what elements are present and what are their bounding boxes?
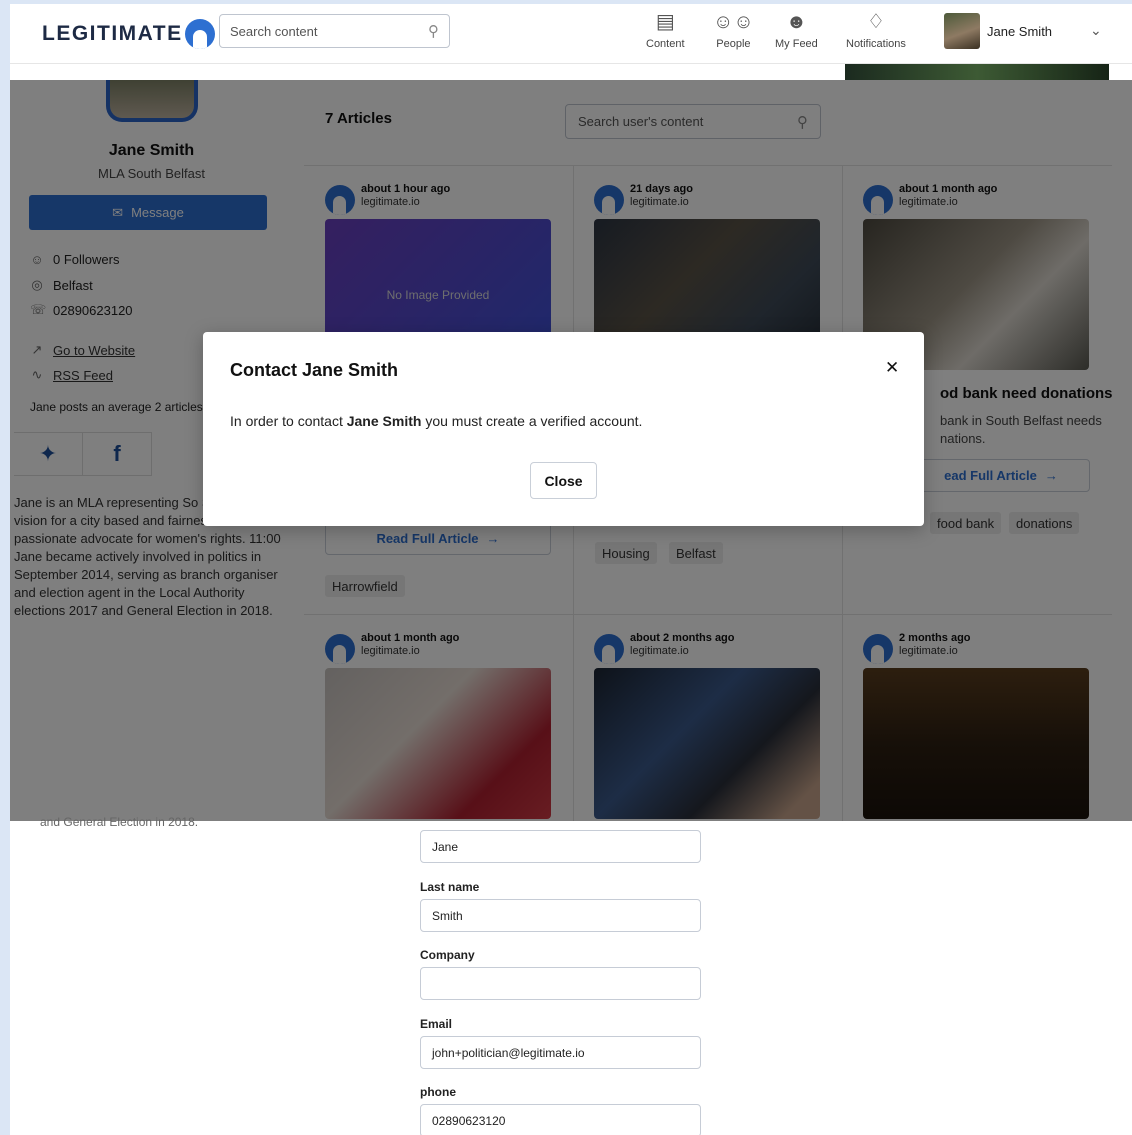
top-header: LEGITIMATE Search content ⚲ ▤ Content ☺☺… <box>10 4 1132 64</box>
people-icon: ☺☺ <box>713 11 754 33</box>
logo-text: LEGITIMATE <box>42 22 183 45</box>
modal-message-prefix: In order to contact <box>230 413 347 429</box>
nav-notifications-label: Notifications <box>846 38 906 50</box>
modal-message-suffix: you must create a verified account. <box>421 413 643 429</box>
close-icon[interactable]: ✕ <box>885 358 899 378</box>
chevron-down-icon[interactable]: ⌄ <box>1090 22 1102 39</box>
first-name-field[interactable]: Jane <box>420 830 701 863</box>
user-menu[interactable]: Jane Smith <box>944 13 1052 49</box>
search-input[interactable]: Search content ⚲ <box>219 14 450 48</box>
contact-modal: Contact Jane Smith ✕ In order to contact… <box>203 332 924 526</box>
email-label: Email <box>420 1017 453 1031</box>
phone-field[interactable]: 02890623120 <box>420 1104 701 1135</box>
nav-notifications[interactable]: ♢ Notifications <box>846 10 906 50</box>
logo-icon <box>184 19 215 49</box>
close-button[interactable]: Close <box>530 462 597 499</box>
user-avatar <box>944 13 980 49</box>
modal-message: In order to contact Jane Smith you must … <box>230 413 642 429</box>
email-field[interactable]: john+politician@legitimate.io <box>420 1036 701 1069</box>
search-placeholder: Search content <box>230 23 318 39</box>
modal-title: Contact Jane Smith <box>230 360 399 380</box>
nav-content-label: Content <box>646 38 685 50</box>
nav-people[interactable]: ☺☺ People <box>713 10 754 50</box>
my-feed-icon: ☻ <box>785 11 807 33</box>
newspaper-icon: ▤ <box>655 11 675 33</box>
logo[interactable]: LEGITIMATE <box>42 19 215 49</box>
nav-my-feed-label: My Feed <box>775 38 818 50</box>
bell-icon: ♢ <box>866 11 885 33</box>
nav-my-feed[interactable]: ☻ My Feed <box>775 10 818 50</box>
phone-label: phone <box>420 1085 456 1099</box>
company-field[interactable] <box>420 967 701 1000</box>
search-icon: ⚲ <box>428 23 439 40</box>
company-label: Company <box>420 948 475 962</box>
app-window: LEGITIMATE Search content ⚲ ▤ Content ☺☺… <box>10 4 1132 1135</box>
user-name: Jane Smith <box>987 23 1053 39</box>
contact-form: and General Election in 2018. Jane Last … <box>10 815 1132 1135</box>
modal-message-name: Jane Smith <box>346 413 422 429</box>
nav-people-label: People <box>716 38 751 50</box>
bio-overflow-text: and General Election in 2018. <box>40 815 199 829</box>
last-name-label: Last name <box>420 880 480 894</box>
nav-content[interactable]: ▤ Content <box>646 10 685 50</box>
last-name-field[interactable]: Smith <box>420 899 701 932</box>
